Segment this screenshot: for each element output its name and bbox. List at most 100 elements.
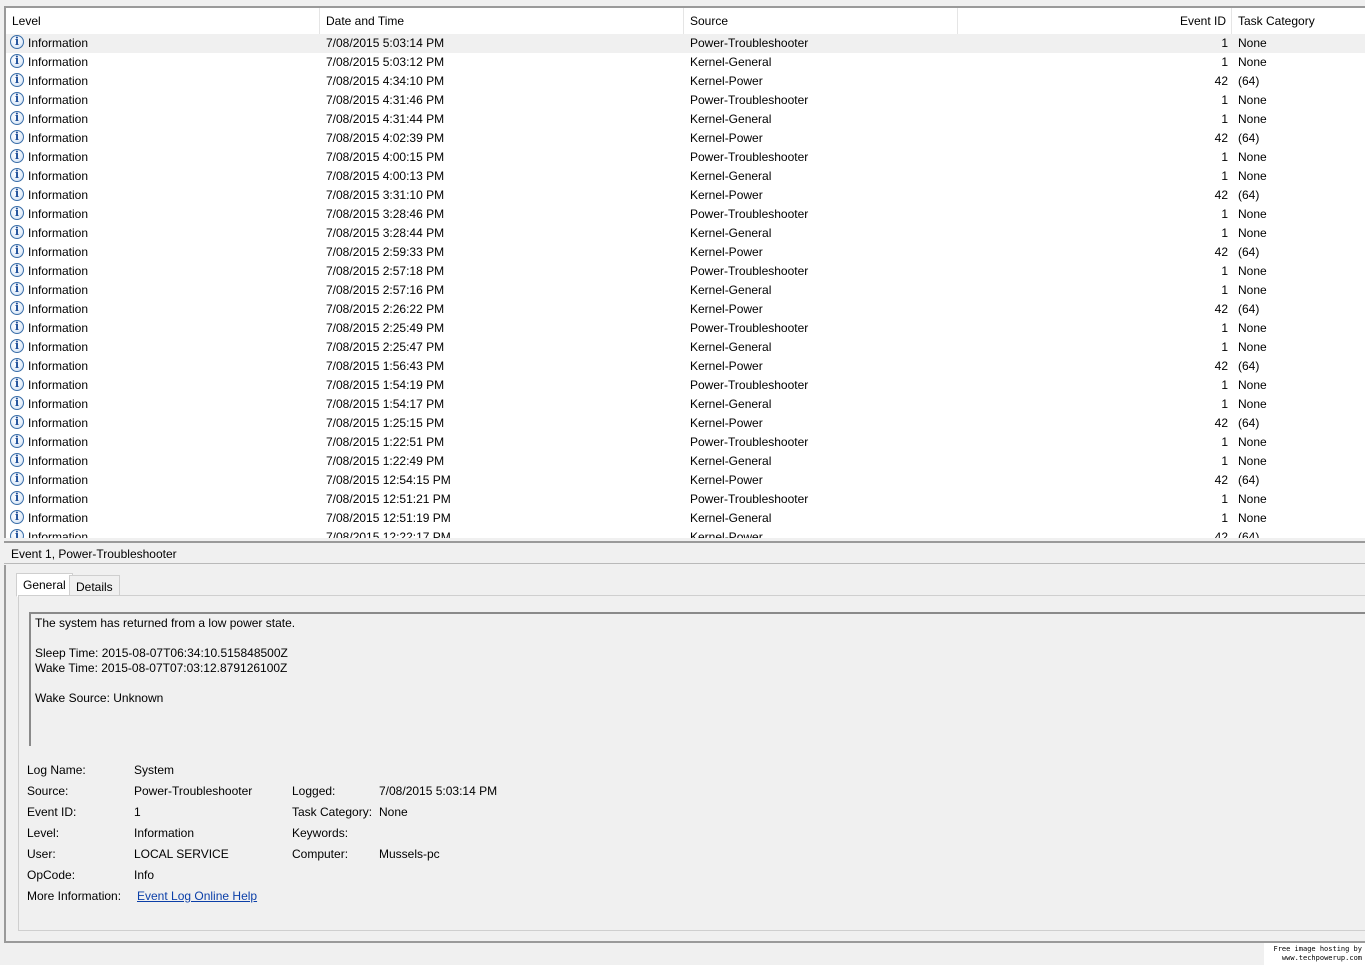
watermark-line: Free image hosting by — [1273, 945, 1362, 953]
event-source: Kernel-General — [690, 283, 772, 297]
event-row[interactable]: Information 7/08/2015 4:31:46 PM Power-Tro… — [6, 91, 1365, 110]
column-header-task-category[interactable]: Task Category — [1232, 8, 1365, 34]
column-header-source[interactable]: Source — [684, 8, 958, 34]
event-level: Information — [28, 36, 89, 50]
event-date-time: 7/08/2015 12:54:15 PM — [326, 473, 451, 487]
column-header-event-id[interactable]: Event ID — [958, 8, 1232, 34]
event-source: Kernel-Power — [690, 74, 763, 88]
source-value: Power-Troubleshooter — [134, 784, 253, 798]
event-task-category: (64) — [1238, 245, 1260, 259]
event-id: 1 — [1221, 321, 1228, 335]
event-row[interactable]: Information 7/08/2015 2:26:22 PM Kernel-Po… — [6, 300, 1365, 319]
event-date-time: 7/08/2015 1:54:17 PM — [326, 397, 445, 411]
event-level: Information — [28, 245, 89, 259]
event-row[interactable]: Information 7/08/2015 2:57:16 PM Kernel-Ge… — [6, 281, 1365, 300]
event-id: 1 — [1221, 340, 1228, 354]
log-name-label: Log Name: — [27, 763, 86, 777]
event-date-time: 7/08/2015 2:26:22 PM — [326, 302, 445, 316]
event-row[interactable]: Information 7/08/2015 1:25:15 PM Kernel-Po… — [6, 414, 1365, 433]
tab-details[interactable]: Details — [69, 575, 120, 597]
event-level: Information — [28, 340, 89, 354]
event-date-time: 7/08/2015 4:02:39 PM — [326, 131, 445, 145]
event-row[interactable]: Information 7/08/2015 2:59:33 PM Kernel-Po… — [6, 243, 1365, 262]
event-row[interactable]: Information 7/08/2015 12:51:21 PM Power-Tr… — [6, 490, 1365, 509]
event-task-category: None — [1238, 93, 1267, 107]
tab-general[interactable]: General — [16, 573, 73, 597]
event-id-value: 1 — [134, 805, 141, 819]
log-name-value: System — [134, 763, 175, 777]
event-date-time: 7/08/2015 4:31:46 PM — [326, 93, 445, 107]
event-row[interactable]: Information 7/08/2015 2:25:49 PM Power-Tro… — [6, 319, 1365, 338]
event-source: Kernel-Power — [690, 530, 763, 538]
information-icon — [10, 35, 24, 49]
watermark-line: www.techpowerup.com — [1281, 954, 1362, 962]
event-level: Information — [28, 492, 89, 506]
event-date-time: 7/08/2015 5:03:12 PM — [326, 55, 445, 69]
column-header-date-time[interactable]: Date and Time — [320, 8, 684, 34]
event-id: 1 — [1221, 36, 1228, 50]
event-row[interactable]: Information 7/08/2015 4:31:44 PM Kernel-Ge… — [6, 110, 1365, 129]
event-row[interactable]: Information 7/08/2015 4:34:10 PM Kernel-Po… — [6, 72, 1365, 91]
event-message-box[interactable]: The system has returned from a low power… — [29, 612, 1365, 746]
keywords-label: Keywords: — [292, 826, 349, 840]
message-line: Wake Time: 2015-08-07T07:03:12.879126100… — [35, 661, 288, 675]
event-date-time: 7/08/2015 2:57:16 PM — [326, 283, 445, 297]
event-row[interactable]: Information 7/08/2015 2:57:18 PM Power-Tro… — [6, 262, 1365, 281]
event-row[interactable]: Information 7/08/2015 3:31:10 PM Kernel-Po… — [6, 186, 1365, 205]
event-date-time: 7/08/2015 1:22:51 PM — [326, 435, 445, 449]
event-list[interactable]: Level Date and Time Source Event ID Task… — [4, 6, 1365, 538]
event-row[interactable]: Information 7/08/2015 4:00:15 PM Power-Tro… — [6, 148, 1365, 167]
information-icon — [10, 358, 24, 372]
event-task-category: None — [1238, 55, 1267, 69]
information-icon — [10, 73, 24, 87]
event-task-category: (64) — [1238, 530, 1260, 538]
event-row[interactable]: Information 7/08/2015 12:54:15 PM Kernel-P… — [6, 471, 1365, 490]
information-icon — [10, 54, 24, 68]
event-row[interactable]: Information 7/08/2015 4:02:39 PM Kernel-Po… — [6, 129, 1365, 148]
event-row[interactable]: Information 7/08/2015 5:03:12 PM Kernel-Ge… — [6, 53, 1365, 72]
event-row[interactable]: Information 7/08/2015 3:28:46 PM Power-Tro… — [6, 205, 1365, 224]
event-row[interactable]: Information 7/08/2015 5:03:14 PM Power-Tro… — [6, 34, 1365, 53]
event-row[interactable]: Information 7/08/2015 1:22:51 PM Power-Tro… — [6, 433, 1365, 452]
event-source: Kernel-General — [690, 511, 772, 525]
information-icon — [10, 377, 24, 391]
information-icon — [10, 282, 24, 296]
event-source: Kernel-General — [690, 226, 772, 240]
event-date-time: 7/08/2015 1:22:49 PM — [326, 454, 445, 468]
event-row[interactable]: Information 7/08/2015 1:22:49 PM Kernel-Ge… — [6, 452, 1365, 471]
event-id: 1 — [1221, 378, 1228, 392]
event-date-time: 7/08/2015 4:00:13 PM — [326, 169, 445, 183]
event-source: Power-Troubleshooter — [690, 435, 809, 449]
event-level: Information — [28, 530, 89, 538]
event-row[interactable]: Information 7/08/2015 1:54:19 PM Power-Tro… — [6, 376, 1365, 395]
event-row[interactable]: Information 7/08/2015 4:00:13 PM Kernel-Ge… — [6, 167, 1365, 186]
event-row[interactable]: Information 7/08/2015 1:56:43 PM Kernel-Po… — [6, 357, 1365, 376]
information-icon — [10, 92, 24, 106]
event-source: Kernel-Power — [690, 188, 763, 202]
event-source: Kernel-General — [690, 340, 772, 354]
event-row[interactable]: Information 7/08/2015 12:51:19 PM Kernel-G… — [6, 509, 1365, 528]
event-id: 1 — [1221, 226, 1228, 240]
source-label: Source: — [27, 784, 69, 798]
information-icon — [10, 244, 24, 258]
event-task-category: None — [1238, 340, 1267, 354]
event-row[interactable]: Information 7/08/2015 3:28:44 PM Kernel-Ge… — [6, 224, 1365, 243]
event-task-category: None — [1238, 454, 1267, 468]
event-row[interactable]: Information 7/08/2015 2:25:47 PM Kernel-Ge… — [6, 338, 1365, 357]
event-task-category: None — [1238, 207, 1267, 221]
column-header-row: Level Date and Time Source Event ID Task… — [6, 8, 1365, 35]
message-line — [35, 631, 1364, 646]
event-row[interactable]: Information 7/08/2015 1:54:17 PM Kernel-Ge… — [6, 395, 1365, 414]
event-task-category: None — [1238, 283, 1267, 297]
event-row[interactable]: Information 7/08/2015 12:22:17 PM Kernel-P… — [6, 528, 1365, 538]
information-icon — [10, 453, 24, 467]
event-level: Information — [28, 226, 89, 240]
event-date-time: 7/08/2015 2:25:49 PM — [326, 321, 445, 335]
event-log-online-help-link[interactable]: Event Log Online Help — [137, 886, 257, 907]
column-header-level[interactable]: Level — [6, 8, 320, 34]
event-task-category: None — [1238, 511, 1267, 525]
level-label: Level: — [27, 826, 60, 840]
event-level: Information — [28, 150, 89, 164]
information-icon — [10, 149, 24, 163]
event-source: Kernel-Power — [690, 302, 763, 316]
